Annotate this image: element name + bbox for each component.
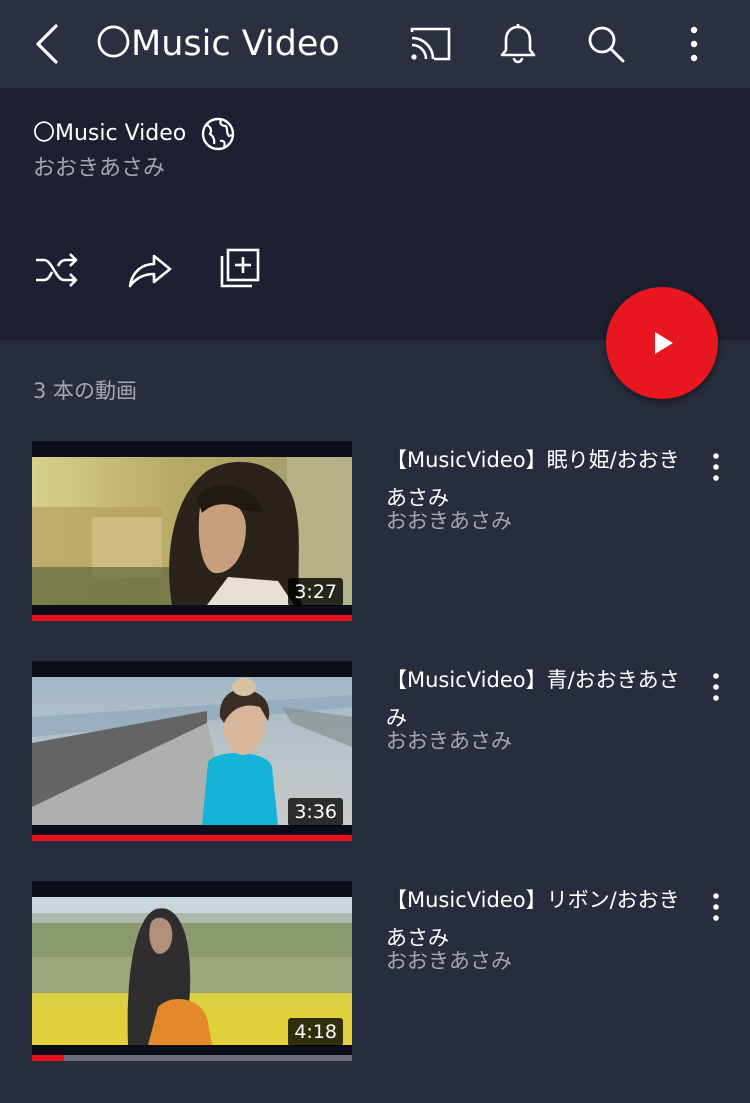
playlist-owner: おおきあさみ	[33, 156, 166, 181]
list-item[interactable]: 3:27 【MusicVideo】眠り姫/おおきあさみ おおきあさみ	[0, 441, 750, 631]
video-channel: おおきあさみ	[386, 949, 512, 973]
watch-progress-bar	[32, 835, 352, 841]
shuffle-icon	[36, 253, 78, 287]
video-menu-button[interactable]	[702, 669, 730, 705]
duration-badge: 3:27	[288, 578, 343, 606]
watch-progress-fill	[32, 615, 352, 621]
duration-badge: 4:18	[288, 1018, 343, 1046]
watch-progress-bar	[32, 615, 352, 621]
video-channel: おおきあさみ	[386, 509, 512, 533]
globe-icon	[201, 117, 235, 151]
watch-progress-fill	[32, 1055, 64, 1061]
video-menu-button[interactable]	[702, 449, 730, 485]
video-menu-button[interactable]	[702, 889, 730, 925]
notifications-button[interactable]	[496, 22, 540, 66]
list-item[interactable]: 4:18 【MusicVideo】リボン/おおきあさみ おおきあさみ	[0, 881, 750, 1071]
add-to-library-icon	[220, 248, 260, 288]
list-item[interactable]: 3:36 【MusicVideo】青/おおきあさみ おおきあさみ	[0, 661, 750, 851]
video-title[interactable]: 【MusicVideo】リボン/おおきあさみ	[386, 881, 691, 957]
video-thumbnail[interactable]: 3:36	[32, 661, 352, 841]
play-all-button[interactable]	[606, 287, 718, 399]
app-bar: 〇Music Video	[0, 0, 750, 88]
video-thumbnail[interactable]: 3:27	[32, 441, 352, 621]
video-title[interactable]: 【MusicVideo】青/おおきあさみ	[386, 661, 691, 737]
cast-icon	[410, 27, 451, 61]
watch-progress-fill	[32, 835, 352, 841]
more-vert-icon	[713, 893, 719, 921]
share-icon	[128, 254, 172, 288]
video-title[interactable]: 【MusicVideo】眠り姫/おおきあさみ	[386, 441, 691, 517]
play-icon	[655, 332, 673, 354]
more-options-button[interactable]	[672, 22, 716, 66]
back-icon	[36, 24, 58, 64]
save-playlist-button[interactable]	[218, 248, 266, 292]
more-vert-icon	[713, 453, 719, 481]
back-button[interactable]	[26, 22, 70, 66]
more-vert-icon	[713, 673, 719, 701]
search-icon	[588, 26, 625, 63]
more-vert-icon	[690, 26, 698, 62]
watch-progress-bar	[32, 1055, 352, 1061]
video-thumbnail[interactable]: 4:18	[32, 881, 352, 1061]
share-button[interactable]	[126, 248, 174, 292]
shuffle-button[interactable]	[32, 248, 80, 292]
search-button[interactable]	[584, 22, 628, 66]
page-title: 〇Music Video	[96, 24, 340, 64]
playlist-title: 〇Music Video	[33, 121, 187, 146]
video-count: 3 本の動画	[33, 379, 138, 403]
video-channel: おおきあさみ	[386, 729, 512, 753]
cast-button[interactable]	[408, 22, 452, 66]
visibility-indicator	[200, 116, 236, 152]
duration-badge: 3:36	[288, 798, 343, 826]
bell-icon	[500, 24, 536, 64]
